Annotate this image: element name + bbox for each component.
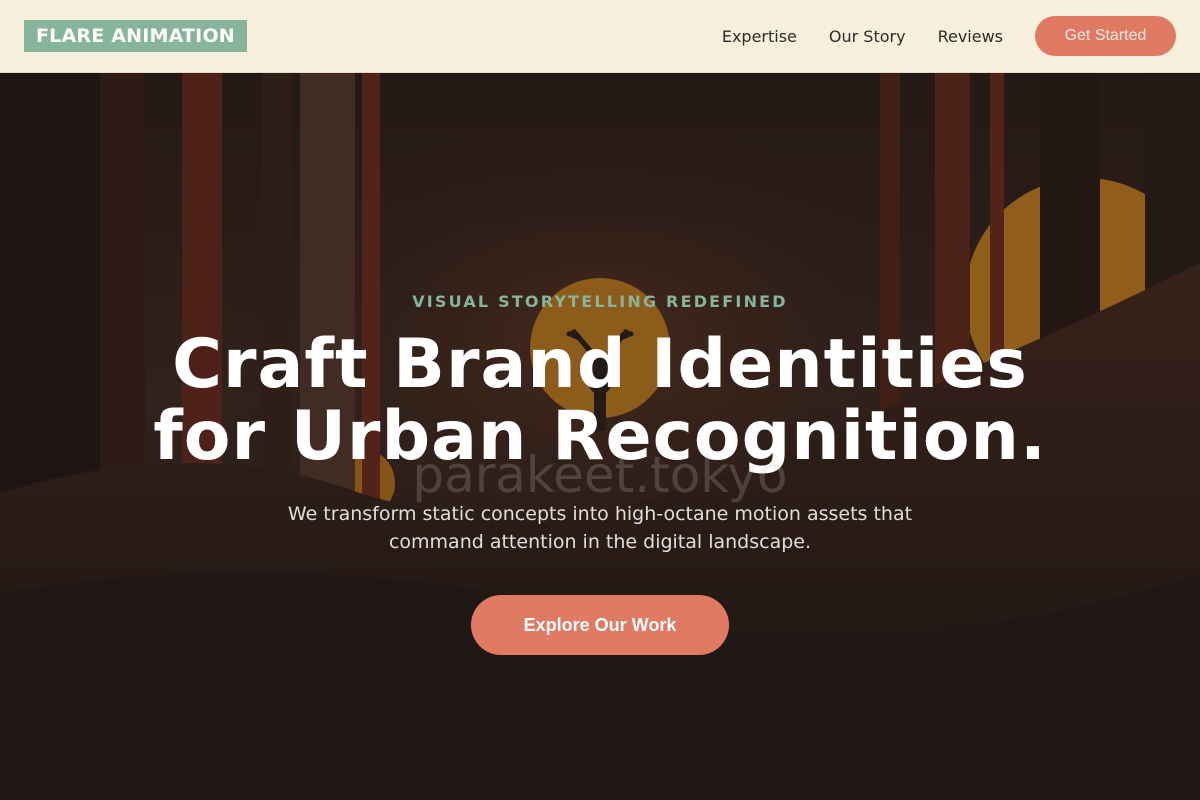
image-watermark: parakeet.tokyo [412,446,788,504]
explore-our-work-button[interactable]: Explore Our Work [471,595,729,655]
hero-content: VISUAL STORYTELLING REDEFINED Craft Bran… [0,73,1200,800]
hero-subheading-line-1: We transform static concepts into high-o… [287,503,913,525]
get-started-button[interactable]: Get Started [1035,16,1176,56]
brand-logo[interactable]: FLARE ANIMATION [24,20,247,52]
nav-link-expertise[interactable]: Expertise [722,27,797,46]
primary-nav: Expertise Our Story Reviews Get Started [690,16,1176,56]
nav-link-reviews[interactable]: Reviews [938,27,1003,46]
hero-subheading: We transform static concepts into high-o… [260,500,940,556]
hero-headline-line-1: Craft Brand Identities [172,325,1028,404]
hero-section: VISUAL STORYTELLING REDEFINED Craft Bran… [0,73,1200,800]
nav-link-our-story[interactable]: Our Story [829,27,906,46]
site-navbar: FLARE ANIMATION Expertise Our Story Revi… [0,0,1200,73]
hero-eyebrow: VISUAL STORYTELLING REDEFINED [412,292,788,311]
hero-subheading-line-2: command attention in the digital landsca… [388,531,812,553]
